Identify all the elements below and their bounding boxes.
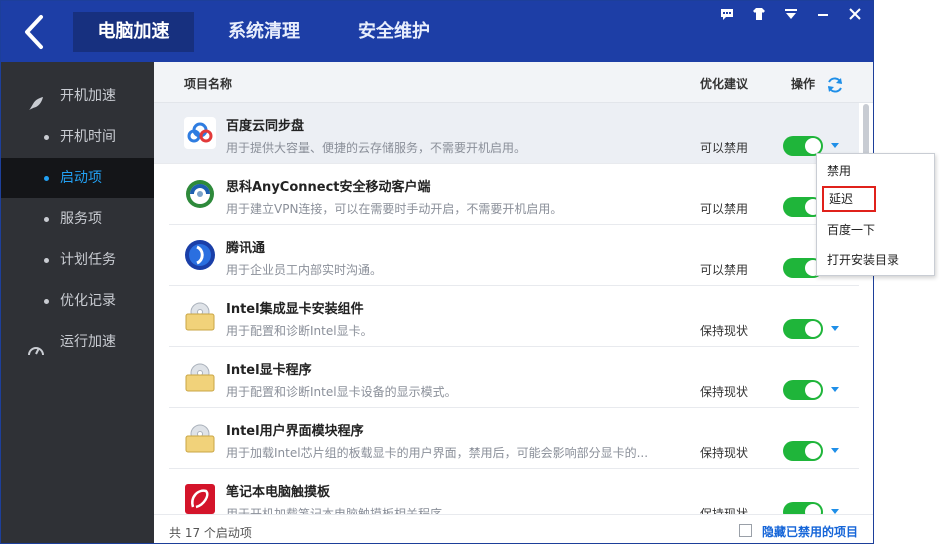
chevron-down-icon[interactable] [831, 387, 839, 392]
tab-pc-speedup[interactable]: 电脑加速 [73, 12, 194, 52]
menu-item-disable[interactable]: 禁用 [817, 157, 934, 185]
sidebar-item-boot-time[interactable]: 开机时间 [1, 117, 154, 157]
disc-folder-icon [184, 300, 216, 332]
chevron-left-icon [25, 15, 43, 49]
col-name-header: 项目名称 [184, 77, 233, 91]
sidebar-item-boot-speedup[interactable]: 开机加速 [1, 76, 154, 116]
startup-panel: 项目名称 优化建议 操作 百度云同步盘 用于提供大容量、便捷的云存储服务，不需要… [154, 62, 873, 543]
tab-security[interactable]: 安全维护 [336, 12, 452, 52]
context-menu: 禁用 延迟 百度一下 打开安装目录 [816, 153, 935, 276]
minimize-icon[interactable] [813, 7, 833, 27]
list-item[interactable]: Intel显卡程序 用于配置和诊断Intel显卡设备的显示模式。 保持现状 [169, 347, 859, 408]
menu-item-baidu-search[interactable]: 百度一下 [817, 216, 934, 244]
sidebar-item-scheduled-tasks[interactable]: 计划任务 [1, 240, 154, 280]
touchpad-icon [184, 483, 216, 514]
hide-disabled-checkbox[interactable] [739, 524, 752, 537]
chevron-down-icon[interactable] [831, 326, 839, 331]
table-header: 项目名称 优化建议 操作 [154, 62, 873, 103]
list-item[interactable]: 笔记本电脑触摸板 用于开机加载笔记本电脑触摸板相关程序 保持现状 [169, 469, 859, 514]
chevron-down-icon[interactable] [831, 448, 839, 453]
sidebar-item-optimize-log[interactable]: 优化记录 [1, 281, 154, 321]
disc-folder-icon [184, 422, 216, 454]
sidebar-item-startup[interactable]: 启动项 [1, 158, 154, 198]
baidu-cloud-icon [184, 117, 216, 149]
sidebar: 开机加速 开机时间 启动项 服务项 计划任务 优化记录 运行加速 [1, 62, 154, 543]
disc-folder-icon [184, 361, 216, 393]
tab-system-clean[interactable]: 系统清理 [206, 12, 322, 52]
feedback-icon[interactable] [717, 7, 737, 27]
close-icon[interactable] [845, 7, 865, 27]
cisco-anyconnect-icon [184, 178, 216, 210]
col-advice-header: 优化建议 [700, 77, 749, 91]
menu-item-open-install-dir[interactable]: 打开安装目录 [817, 246, 934, 274]
sidebar-item-run-speedup[interactable]: 运行加速 [1, 322, 154, 362]
hide-disabled-label[interactable]: 隐藏已禁用的项目 [762, 523, 858, 540]
refresh-icon[interactable] [826, 76, 844, 94]
col-action-header: 操作 [791, 77, 816, 91]
startup-count: 共 17 个启动项 [169, 526, 252, 540]
rtx-icon [184, 239, 216, 271]
speedometer-icon [27, 334, 45, 356]
startup-toggle[interactable] [783, 441, 823, 461]
list-item[interactable]: 腾讯通 用于企业员工内部实时沟通。 可以禁用 [169, 225, 859, 286]
skin-icon[interactable] [749, 7, 769, 27]
menu-icon[interactable] [781, 7, 801, 27]
sidebar-item-services[interactable]: 服务项 [1, 199, 154, 239]
footer-bar: 共 17 个启动项 隐藏已禁用的项目 [154, 514, 873, 543]
menu-item-delay[interactable]: 延迟 [822, 186, 876, 212]
list-item[interactable]: Intel用户界面模块程序 用于加载Intel芯片组的板载显卡的用户界面，禁用后… [169, 408, 859, 469]
window-controls [717, 7, 865, 27]
rocket-icon [27, 88, 45, 110]
title-bar: 电脑加速 系统清理 安全维护 [1, 1, 873, 62]
list-item[interactable]: 百度云同步盘 用于提供大容量、便捷的云存储服务，不需要开机启用。 可以禁用 [154, 103, 859, 164]
chevron-down-icon[interactable] [831, 143, 839, 148]
app-window: 电脑加速 系统清理 安全维护 开机加速 开机时间 启动项 服务项 计划任务 优化… [0, 0, 874, 544]
list-item[interactable]: 思科AnyConnect安全移动客户端 用于建立VPN连接，可以在需要时手动开启… [169, 164, 859, 225]
startup-toggle[interactable] [783, 380, 823, 400]
startup-toggle[interactable] [783, 319, 823, 339]
startup-toggle[interactable] [783, 502, 823, 514]
back-button[interactable] [17, 13, 53, 51]
list-item[interactable]: Intel集成显卡安装组件 用于配置和诊断Intel显卡。 保持现状 [169, 286, 859, 347]
startup-list: 百度云同步盘 用于提供大容量、便捷的云存储服务，不需要开机启用。 可以禁用 思科… [154, 103, 859, 514]
